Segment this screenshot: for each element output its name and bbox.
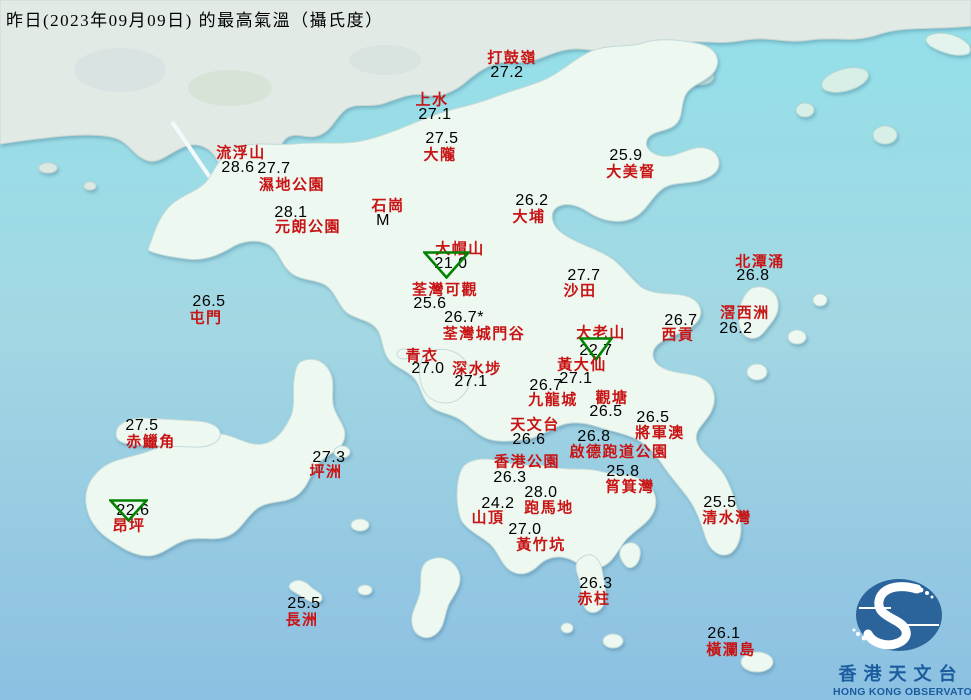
station-value-label: 27.5	[125, 417, 158, 435]
station-value-label: 27.5	[425, 130, 458, 148]
station-value-label: 26.7*	[444, 309, 484, 327]
station-value-label: 27.2	[490, 64, 523, 82]
station-value-label: 26.7	[664, 312, 697, 330]
station-value-label: M	[376, 212, 390, 230]
station-value-label: 27.7	[257, 160, 290, 178]
station-value-label: 25.5	[287, 595, 320, 613]
station-value-label: 26.2	[515, 192, 548, 210]
station-value-label: 27.3	[312, 449, 345, 467]
station-value-label: 28.1	[274, 204, 307, 222]
station-value-label: 26.3	[579, 575, 612, 593]
station-value-label: 26.5	[192, 293, 225, 311]
station-value-label: 26.3	[493, 469, 526, 487]
min-marker-triangle-icon	[109, 499, 148, 522]
station-value-label: 26.6	[512, 431, 545, 449]
station-value-label: 27.7	[567, 267, 600, 285]
weather-map-page: 昨日(2023年09月09日) 的最高氣溫（攝氏度） 打鼓嶺27.2上水27.1…	[0, 0, 971, 700]
station-value-label: 27.0	[411, 360, 444, 378]
hko-logo: 香港天文台 HONG KONG OBSERVATORY	[833, 577, 969, 698]
station-value-label: 28.0	[524, 484, 557, 502]
station-value-label: 26.5	[636, 409, 669, 427]
station-value-label: 27.0	[508, 521, 541, 539]
station-value-label: 26.2	[719, 320, 752, 338]
station-value-label: 25.5	[703, 494, 736, 512]
station-value-label: 26.7	[529, 377, 562, 395]
station-value-label: 24.2	[481, 495, 514, 513]
station-value-label: 26.1	[707, 625, 740, 643]
station-value-label: 25.6	[413, 295, 446, 313]
station-value-label: 25.8	[606, 463, 639, 481]
logo-english-name: HONG KONG OBSERVATORY	[833, 686, 969, 698]
station-value-label: 28.6	[221, 159, 254, 177]
hko-logo-symbol	[833, 577, 969, 653]
station-value-label: 25.9	[609, 147, 642, 165]
station-value-label: 27.1	[418, 106, 451, 124]
logo-chinese-name: 香港天文台	[833, 660, 969, 686]
station-value-label: 27.1	[454, 373, 487, 391]
station-layer: 打鼓嶺27.2上水27.1大隴27.5大美督25.9流浮山28.6濕地公園27.…	[0, 0, 971, 700]
min-marker-triangle-icon	[423, 251, 470, 279]
station-value-label: 27.1	[559, 370, 592, 388]
station-value-label: 26.5	[589, 403, 622, 421]
station-value-label: 26.8	[736, 267, 769, 285]
station-value-label: 26.8	[577, 428, 610, 446]
